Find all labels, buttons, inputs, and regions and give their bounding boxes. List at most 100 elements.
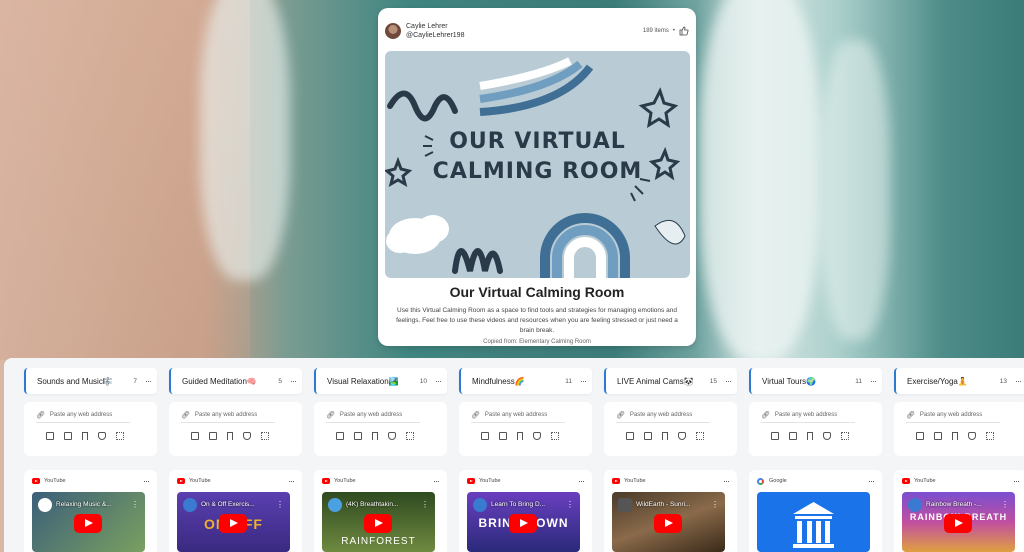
edit-icon[interactable] — [916, 432, 924, 440]
column-title: Sounds and Music🎼 — [37, 376, 113, 386]
more-icon[interactable]: ··· — [578, 476, 585, 486]
more-icon[interactable]: ··· — [723, 476, 730, 486]
grid-icon[interactable] — [406, 432, 414, 440]
youtube-icon — [612, 478, 620, 484]
header-stats: 189 items • — [643, 26, 689, 36]
edit-icon[interactable] — [191, 432, 199, 440]
more-icon[interactable]: ··· — [288, 476, 295, 486]
camera-icon[interactable] — [823, 432, 831, 440]
play-icon[interactable] — [74, 514, 102, 533]
play-icon[interactable] — [219, 514, 247, 533]
bookmark-icon[interactable] — [517, 432, 523, 440]
video-thumbnail[interactable]: Rainbow Breath -... ⋮ RAINBOW BREATH — [902, 492, 1015, 552]
edit-icon[interactable] — [336, 432, 344, 440]
more-icon[interactable]: ··· — [870, 376, 877, 386]
camera-icon[interactable] — [678, 432, 686, 440]
bookmark-icon[interactable] — [82, 432, 88, 440]
more-icon[interactable]: ··· — [143, 476, 150, 486]
link-thumbnail[interactable] — [757, 492, 870, 552]
bookmark-icon[interactable] — [807, 432, 813, 440]
camera-icon[interactable] — [98, 432, 106, 440]
camera-icon[interactable] — [243, 432, 251, 440]
grid-icon[interactable] — [261, 432, 269, 440]
post-source: YouTube — [44, 478, 66, 484]
post-card[interactable]: YouTube ··· Rainbow Breath -... ⋮ RAINBOW… — [894, 470, 1024, 552]
play-icon[interactable] — [654, 514, 682, 533]
grid-icon[interactable] — [551, 432, 559, 440]
column-header[interactable]: Exercise/Yoga🧘 13 ··· — [894, 368, 1024, 394]
author-name[interactable]: Caylie Lehrer — [406, 22, 464, 31]
camera-icon[interactable] — [968, 432, 976, 440]
bookmark-icon[interactable] — [952, 432, 958, 440]
post-source: YouTube — [479, 478, 501, 484]
more-icon[interactable]: ··· — [1015, 376, 1022, 386]
post-card[interactable]: YouTube ··· On & Off Exercis... ⋮ ON OFF — [169, 470, 302, 552]
copied-from-link[interactable]: Copied from: Elementary Calming Room — [385, 339, 689, 345]
url-input[interactable]: Paste any web address — [775, 412, 837, 418]
column-header[interactable]: Visual Relaxation🏞️ 10 ··· — [314, 368, 447, 394]
column-header[interactable]: Mindfulness🌈 11 ··· — [459, 368, 592, 394]
post-card[interactable]: YouTube ··· (4K) Breathtakin... ⋮ RAINFOR… — [314, 470, 447, 552]
video-thumbnail[interactable]: Learn To Bring D... ⋮ BRING DOWN — [467, 492, 580, 552]
image-icon[interactable] — [789, 432, 797, 440]
more-icon[interactable]: ··· — [1013, 476, 1020, 486]
edit-icon[interactable] — [46, 432, 54, 440]
url-input[interactable]: Paste any web address — [195, 412, 257, 418]
more-icon: ⋮ — [421, 500, 429, 509]
play-icon[interactable] — [509, 514, 537, 533]
image-icon[interactable] — [209, 432, 217, 440]
more-icon[interactable]: ··· — [145, 376, 152, 386]
edit-icon[interactable] — [481, 432, 489, 440]
video-thumbnail[interactable]: Relaxing Music &... ⋮ — [32, 492, 145, 552]
edit-icon[interactable] — [626, 432, 634, 440]
edit-icon[interactable] — [771, 432, 779, 440]
grid-icon[interactable] — [841, 432, 849, 440]
image-icon[interactable] — [644, 432, 652, 440]
column-count: 11 — [565, 377, 572, 385]
url-input[interactable]: Paste any web address — [50, 412, 112, 418]
image-icon[interactable] — [64, 432, 72, 440]
video-thumbnail[interactable]: On & Off Exercis... ⋮ ON OFF — [177, 492, 290, 552]
more-icon[interactable]: ··· — [290, 376, 297, 386]
column-header[interactable]: Virtual Tours🌍 11 ··· — [749, 368, 882, 394]
more-icon[interactable]: ··· — [725, 376, 732, 386]
channel-avatar — [183, 498, 197, 512]
channel-avatar — [618, 498, 632, 512]
camera-icon[interactable] — [533, 432, 541, 440]
url-input[interactable]: Paste any web address — [920, 412, 982, 418]
url-input[interactable]: Paste any web address — [340, 412, 402, 418]
grid-icon[interactable] — [986, 432, 994, 440]
video-thumbnail[interactable]: WildEarth - Sunri... ⋮ — [612, 492, 725, 552]
bookmark-icon[interactable] — [662, 432, 668, 440]
link-icon: 🔗︎ — [471, 412, 480, 419]
post-card[interactable]: YouTube ··· Learn To Bring D... ⋮ BRING D… — [459, 470, 592, 552]
more-icon[interactable]: ··· — [868, 476, 875, 486]
post-card[interactable]: YouTube ··· Relaxing Music &... ⋮ — [24, 470, 157, 552]
url-input[interactable]: Paste any web address — [485, 412, 547, 418]
video-thumbnail[interactable]: (4K) Breathtakin... ⋮ RAINFOREST — [322, 492, 435, 552]
play-icon[interactable] — [364, 514, 392, 533]
column-header[interactable]: Guided Meditation🧠 5 ··· — [169, 368, 302, 394]
thumbs-up-icon[interactable] — [679, 26, 689, 36]
url-input[interactable]: Paste any web address — [630, 412, 692, 418]
image-icon[interactable] — [499, 432, 507, 440]
more-icon[interactable]: ··· — [435, 376, 442, 386]
add-post-box: 🔗︎ Paste any web address — [459, 402, 592, 456]
bookmark-icon[interactable] — [372, 432, 378, 440]
camera-icon[interactable] — [388, 432, 396, 440]
column-header[interactable]: LIVE Animal Cams🐼 15 ··· — [604, 368, 737, 394]
more-icon[interactable]: ··· — [433, 476, 440, 486]
avatar[interactable] — [385, 23, 401, 39]
more-icon[interactable]: ··· — [580, 376, 587, 386]
play-icon[interactable] — [944, 514, 972, 533]
post-card[interactable]: YouTube ··· WildEarth - Sunri... ⋮ — [604, 470, 737, 552]
grid-icon[interactable] — [696, 432, 704, 440]
column-title: LIVE Animal Cams🐼 — [617, 376, 694, 386]
column-header[interactable]: Sounds and Music🎼 7 ··· — [24, 368, 157, 394]
post-card[interactable]: Google ··· — [749, 470, 882, 552]
image-icon[interactable] — [354, 432, 362, 440]
grid-icon[interactable] — [116, 432, 124, 440]
channel-avatar — [473, 498, 487, 512]
bookmark-icon[interactable] — [227, 432, 233, 440]
image-icon[interactable] — [934, 432, 942, 440]
